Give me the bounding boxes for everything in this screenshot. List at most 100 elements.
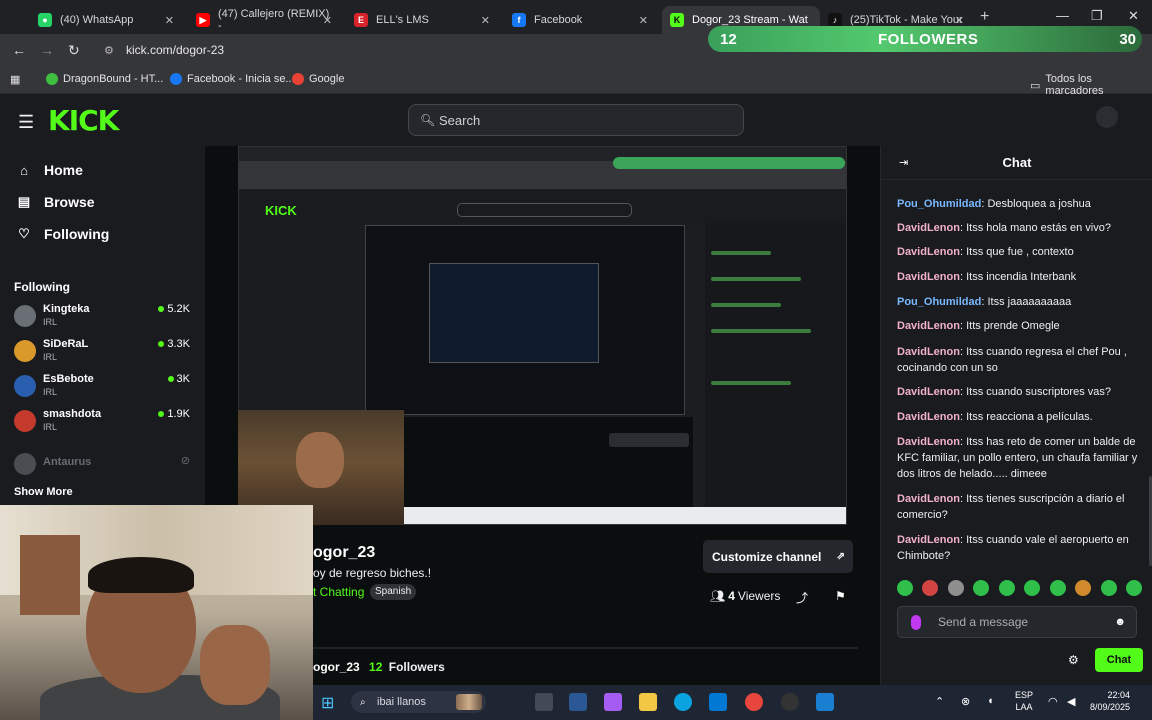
system-clock[interactable]: 22:04 8/09/2025 (1090, 689, 1130, 713)
close-icon[interactable]: ✕ (323, 14, 332, 27)
show-more-link[interactable]: Show More (14, 486, 73, 498)
stream-category[interactable]: t Chatting (313, 585, 364, 599)
chat-username[interactable]: Pou_Ohumildad (897, 296, 981, 308)
search-placeholder: Search (439, 112, 481, 128)
chat-message: DavidLenon: Itss que fue , contexto (897, 244, 1142, 260)
chat-username[interactable]: DavidLenon (897, 346, 960, 358)
sidebar-item-following[interactable]: ♡ Following (16, 226, 109, 242)
chat-message: DavidLenon: Itss reacciona a películas. (897, 409, 1142, 425)
chat-username[interactable]: DavidLenon (897, 386, 960, 398)
emote-icon[interactable] (897, 580, 913, 596)
chat-username[interactable]: Pou_Ohumildad (897, 198, 981, 210)
network-icon[interactable]: ⊗ (961, 695, 970, 708)
chat-username[interactable]: DavidLenon (897, 271, 960, 283)
chat-input[interactable]: Send a message ☻ (897, 606, 1137, 638)
emote-icon[interactable] (1075, 580, 1092, 596)
tiktok-icon: ♪ (828, 13, 842, 27)
close-icon[interactable]: ✕ (639, 14, 648, 27)
chat-username[interactable]: DavidLenon (897, 436, 960, 448)
close-icon[interactable]: ✕ (481, 14, 490, 27)
input-language[interactable]: ESP LAA (1015, 689, 1033, 713)
copilot-icon[interactable] (604, 693, 622, 711)
store-icon[interactable] (709, 693, 727, 711)
back-icon[interactable]: ← (12, 42, 26, 58)
wifi-icon[interactable]: ◠ (1048, 695, 1058, 708)
kick-logo[interactable]: KICK (48, 104, 119, 137)
gear-icon[interactable]: ⚙ (1068, 653, 1079, 667)
task-view-icon[interactable] (535, 693, 553, 711)
chat-send-button[interactable]: Chat (1095, 648, 1143, 672)
apps-icon[interactable]: ▦ (10, 73, 20, 86)
following-item[interactable]: EsBebote IRL 3K (14, 373, 194, 403)
close-icon[interactable]: ✕ (955, 14, 964, 27)
emoji-icon[interactable]: ☻ (1114, 616, 1126, 628)
chat-username[interactable]: DavidLenon (897, 411, 960, 423)
sidebar-item-browse[interactable]: ▤ Browse (16, 194, 95, 210)
channel-name[interactable]: ogor_23 (313, 544, 375, 562)
emote-icon[interactable] (1125, 580, 1142, 596)
microphone-icon[interactable] (911, 615, 921, 630)
tab-youtube[interactable]: ▶ (47) Callejero (REMIX) - ✕ (188, 6, 340, 34)
emote-icon[interactable] (1024, 580, 1041, 596)
chat-username[interactable]: DavidLenon (897, 320, 960, 332)
chat-text: Itss hola mano estás en vivo? (966, 222, 1111, 234)
following-item[interactable]: Antaurus ⊘ (14, 451, 194, 481)
url-field[interactable]: ⚙ kick.com/dogor-23 (100, 38, 700, 62)
tab-whatsapp[interactable]: ● (40) WhatsApp ✕ (30, 6, 182, 34)
minimize-icon[interactable]: — (1056, 8, 1069, 23)
viewer-count: 3K (167, 373, 190, 385)
app-icon[interactable] (781, 693, 799, 711)
tray-chevron-icon[interactable]: ⌃ (935, 695, 944, 708)
volume-icon[interactable]: ◀ (1067, 695, 1075, 708)
chat-username[interactable]: DavidLenon (897, 493, 960, 505)
following-item[interactable]: Kingteka IRL 5.2K (14, 303, 194, 333)
chat-message: DavidLenon: Itss cuando regresa el chef … (897, 344, 1142, 376)
emote-icon[interactable] (1100, 580, 1117, 596)
bookmark-facebook[interactable]: Facebook - Inicia se... (170, 73, 295, 85)
share-icon[interactable]: ⤴ (796, 589, 808, 606)
customize-channel-button[interactable]: Customize channel ⇗ (703, 540, 853, 573)
tab-facebook[interactable]: f Facebook ✕ (504, 6, 656, 34)
search-input[interactable]: 🔍︎ Search (408, 104, 744, 136)
chrome-icon[interactable] (745, 693, 763, 711)
webcam-hair (88, 557, 194, 593)
emote-icon[interactable] (947, 580, 964, 596)
taskbar-search[interactable]: ⌕ ibai llanos (351, 691, 486, 713)
chat-username[interactable]: DavidLenon (897, 534, 960, 546)
avatar (14, 340, 36, 362)
emote-icon[interactable] (1049, 580, 1066, 596)
language-tag[interactable]: Spanish (370, 584, 417, 600)
window-close-icon[interactable]: ✕ (1128, 8, 1139, 24)
user-avatar[interactable] (1096, 106, 1118, 128)
new-tab-icon[interactable]: + (980, 8, 989, 26)
bookmark-dragonbound[interactable]: DragonBound - HT... (46, 73, 163, 85)
microphone-tray-icon[interactable]: ◖ (987, 695, 994, 707)
chat-message: DavidLenon: Itss cuando vale el aeropuer… (897, 532, 1142, 564)
edge-icon[interactable] (674, 693, 692, 711)
following-item[interactable]: smashdota IRL 1.9K (14, 408, 194, 438)
site-info-icon[interactable]: ⚙ (104, 44, 114, 57)
file-explorer-icon[interactable] (639, 693, 657, 711)
restore-icon[interactable]: ❐ (1091, 8, 1103, 24)
tab-label: Facebook (534, 14, 583, 26)
app-icon[interactable] (816, 693, 834, 711)
emote-icon[interactable] (922, 580, 939, 596)
chat-username[interactable]: DavidLenon (897, 246, 960, 258)
following-item[interactable]: SiDeRaL IRL 3.3K (14, 338, 194, 368)
windows-start-icon[interactable]: ⊞ (321, 693, 334, 713)
menu-icon[interactable]: ☰ (18, 112, 34, 133)
chat-text: Itss reacciona a películas. (966, 411, 1093, 423)
sidebar-item-home[interactable]: ⌂ Home (16, 162, 83, 178)
sidebar-item-label: Browse (44, 194, 95, 210)
emote-icon[interactable] (998, 580, 1015, 596)
tab-lms[interactable]: E ELL's LMS ✕ (346, 6, 498, 34)
report-icon[interactable]: ⚑ (835, 589, 846, 603)
word-icon[interactable] (569, 693, 587, 711)
forward-icon[interactable]: → (40, 42, 54, 58)
bookmark-google[interactable]: Google (292, 73, 344, 85)
chat-username[interactable]: DavidLenon (897, 222, 960, 234)
close-icon[interactable]: ✕ (165, 14, 174, 27)
nested-customize-button (609, 433, 689, 447)
emote-icon[interactable] (973, 580, 990, 596)
reload-icon[interactable]: ↻ (68, 42, 80, 59)
